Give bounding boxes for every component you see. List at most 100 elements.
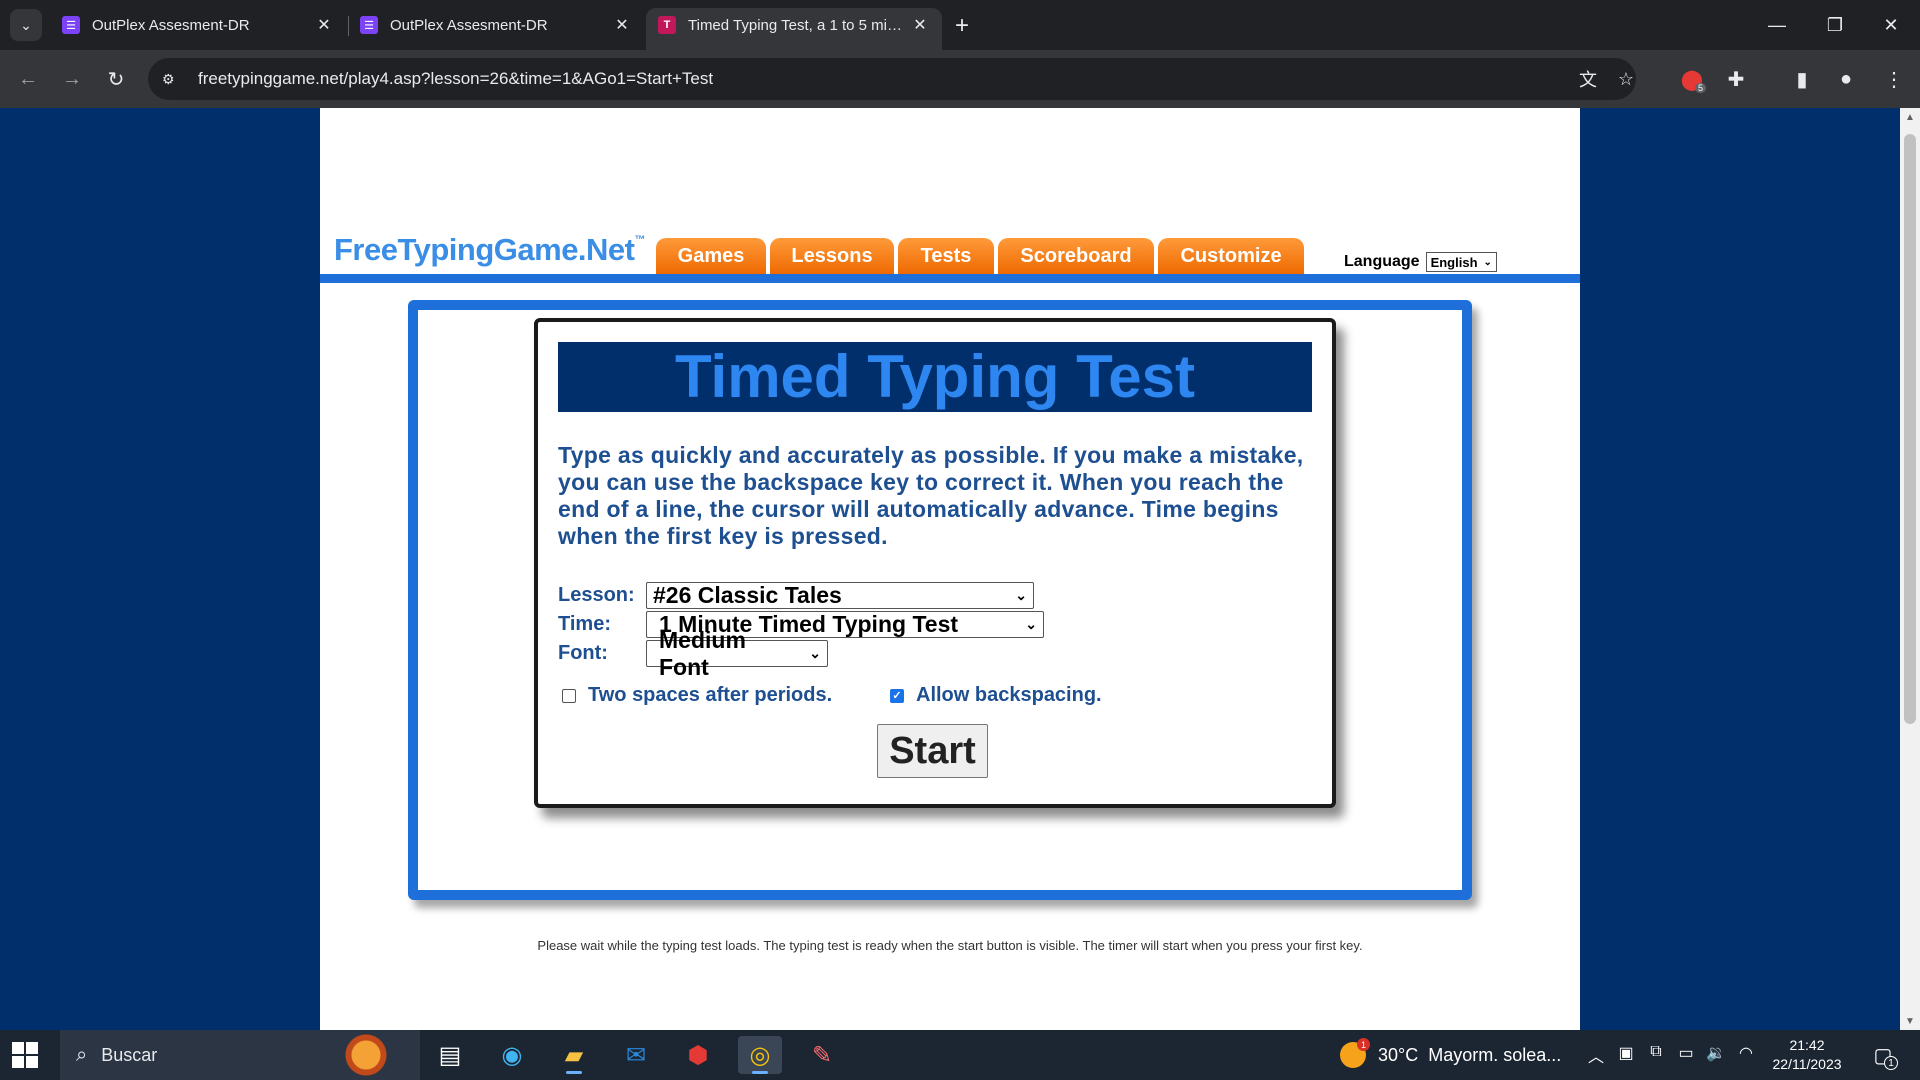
allow-backspace-checkbox[interactable]: ✓ — [890, 688, 904, 703]
taskbar-file-explorer[interactable]: ▰ — [552, 1036, 596, 1074]
forward-button[interactable]: → — [56, 63, 88, 95]
running-indicator — [752, 1071, 768, 1074]
chrome-menu-button[interactable]: ⋮ — [1878, 63, 1910, 95]
lesson-value: #26 Classic Tales — [653, 582, 842, 608]
kebab-menu-icon: ⋮ — [1884, 68, 1904, 91]
site-settings-icon[interactable]: ⚙ — [162, 71, 186, 88]
restore-icon: ❐ — [1826, 14, 1844, 35]
running-indicator — [566, 1071, 582, 1074]
scroll-down-icon[interactable]: ▼ — [1900, 1012, 1920, 1030]
taskbar-weather[interactable]: 1 30°C Mayorm. solea... — [1340, 1030, 1561, 1080]
scroll-up-icon[interactable]: ▲ — [1900, 108, 1920, 126]
close-icon[interactable]: ✕ — [910, 15, 930, 35]
nav-lessons[interactable]: Lessons — [770, 238, 894, 274]
test-setup-card: Timed Typing Test Type as quickly and ac… — [534, 318, 1336, 808]
taskbar-chrome[interactable]: ◎ — [738, 1036, 782, 1074]
logo-trademark: ™ — [634, 234, 646, 246]
puzzle-icon: ✚ — [1727, 68, 1745, 91]
lesson-label: Lesson: — [558, 584, 635, 606]
tab-title: Timed Typing Test, a 1 to 5 minute — [688, 16, 910, 34]
page-scrollbar[interactable]: ▲ ▼ — [1900, 108, 1920, 1030]
main-nav: Games Lessons Tests Scoreboard Customize — [656, 238, 1308, 274]
extension-button[interactable]: ⬤ 5 — [1676, 63, 1708, 95]
url-text[interactable]: freetypinggame.net/play4.asp?lesson=26&t… — [198, 69, 713, 89]
extensions-menu-button[interactable]: ✚ — [1720, 63, 1752, 95]
weather-sun-icon: 1 — [1340, 1038, 1370, 1068]
battery-icon[interactable]: ▭ — [1674, 1043, 1698, 1063]
restore-button[interactable]: ❐ — [1806, 0, 1864, 50]
language-select[interactable]: English ⌄ — [1425, 252, 1497, 272]
chevron-down-icon: ⌄ — [809, 645, 821, 661]
allow-backspace-label[interactable]: Allow backspacing. — [916, 684, 1102, 707]
taskbar-mail[interactable]: ✉ — [614, 1036, 658, 1074]
new-tab-button[interactable]: + — [948, 12, 976, 40]
tray-chevron-up-icon[interactable]: ︿ — [1584, 1043, 1608, 1067]
windows-taskbar: ⌕ Buscar ▤ ◉ ▰ ✉ ⬢ ◎ ✎ 1 30°C Mayorm. so… — [0, 1030, 1920, 1080]
font-row: Font: Medium Font ⌄ — [558, 627, 828, 680]
nav-customize[interactable]: Customize — [1158, 238, 1304, 274]
allow-backspace-option[interactable]: ✓ Allow backspacing. — [890, 684, 1102, 707]
task-view-button[interactable]: ▤ — [428, 1036, 472, 1074]
font-value: Medium Font — [659, 626, 746, 680]
logo-text: FreeTypingGame.Net — [334, 232, 635, 267]
two-spaces-checkbox[interactable] — [562, 688, 576, 703]
lesson-select[interactable]: #26 Classic Tales ⌄ — [646, 582, 1034, 609]
tab-search-button[interactable]: ⌄ — [10, 9, 42, 41]
nav-games[interactable]: Games — [656, 238, 766, 274]
windows-logo-tile — [12, 1056, 24, 1068]
folder-icon: ▰ — [564, 1041, 584, 1069]
taskbar-search[interactable]: ⌕ Buscar — [60, 1030, 420, 1080]
volume-icon[interactable]: 🔉 — [1704, 1043, 1728, 1063]
bookmark-star-icon[interactable]: ☆ — [1610, 63, 1642, 95]
close-icon: ✕ — [1883, 14, 1899, 35]
two-spaces-option[interactable]: Two spaces after periods. — [562, 684, 832, 707]
tab-outplex-1[interactable]: ☰ OutPlex Assesment-DR ✕ — [50, 8, 346, 42]
translate-icon[interactable]: 文 — [1572, 63, 1604, 95]
forms-icon: ☰ — [360, 16, 378, 34]
forms-icon: ☰ — [62, 16, 80, 34]
site-logo[interactable]: FreeTypingGame.Net™ — [334, 232, 645, 268]
address-bar[interactable]: ⚙ freetypinggame.net/play4.asp?lesson=26… — [148, 58, 1636, 100]
weather-desc: Mayorm. solea... — [1428, 1044, 1562, 1065]
taskbar-edge[interactable]: ◉ — [490, 1036, 534, 1074]
clock-date: 22/11/2023 — [1772, 1056, 1842, 1072]
tray-meet-icon[interactable]: ▣ — [1614, 1043, 1638, 1063]
start-button[interactable]: Start — [877, 724, 988, 778]
profile-button[interactable]: ● — [1830, 63, 1862, 95]
arrow-right-icon: → — [62, 67, 82, 90]
back-button[interactable]: ← — [12, 63, 44, 95]
page-viewport: FreeTypingGame.Net™ Games Lessons Tests … — [0, 108, 1900, 1030]
taskbar-paint[interactable]: ✎ — [800, 1036, 844, 1074]
nav-tests[interactable]: Tests — [898, 238, 994, 274]
tab-timed-typing-test[interactable]: T Timed Typing Test, a 1 to 5 minute ✕ — [646, 8, 942, 50]
scroll-thumb[interactable] — [1904, 134, 1916, 724]
edge-icon: ◉ — [501, 1041, 523, 1069]
test-panel: Timed Typing Test Type as quickly and ac… — [408, 300, 1472, 900]
taskbar-security-app[interactable]: ⬢ — [676, 1036, 720, 1074]
browser-tab-strip: ⌄ ☰ OutPlex Assesment-DR ✕ ☰ OutPlex Ass… — [0, 0, 1920, 50]
page-content: FreeTypingGame.Net™ Games Lessons Tests … — [320, 108, 1580, 1030]
tray-display-icon[interactable]: ⧉ — [1644, 1043, 1668, 1061]
arrow-left-icon: ← — [18, 67, 38, 90]
two-spaces-label[interactable]: Two spaces after periods. — [588, 684, 832, 707]
nav-scoreboard[interactable]: Scoreboard — [998, 238, 1154, 274]
windows-logo-tile — [26, 1056, 38, 1068]
tab-outplex-2[interactable]: ☰ OutPlex Assesment-DR ✕ — [348, 8, 644, 42]
test-instructions: Type as quickly and accurately as possib… — [558, 442, 1304, 549]
wifi-icon[interactable]: ◠ — [1734, 1043, 1758, 1063]
tab-title: OutPlex Assesment-DR — [92, 16, 250, 34]
close-icon[interactable]: ✕ — [314, 15, 334, 35]
reload-button[interactable]: ↻ — [100, 63, 132, 95]
close-window-button[interactable]: ✕ — [1862, 0, 1920, 50]
clock-time: 21:42 — [1789, 1037, 1825, 1053]
taskbar-clock[interactable]: 21:42 22/11/2023 — [1764, 1036, 1850, 1074]
test-title-banner: Timed Typing Test — [558, 342, 1312, 412]
side-panel-button[interactable]: ▮ — [1786, 63, 1818, 95]
start-button-windows[interactable] — [12, 1042, 38, 1068]
font-select[interactable]: Medium Font ⌄ — [646, 627, 828, 680]
minimize-button[interactable]: — — [1748, 0, 1806, 50]
close-icon[interactable]: ✕ — [612, 15, 632, 35]
site-favicon-icon: T — [658, 16, 676, 34]
notification-center-button[interactable]: ▢ 1 — [1868, 1040, 1898, 1070]
language-value: English — [1430, 254, 1478, 270]
